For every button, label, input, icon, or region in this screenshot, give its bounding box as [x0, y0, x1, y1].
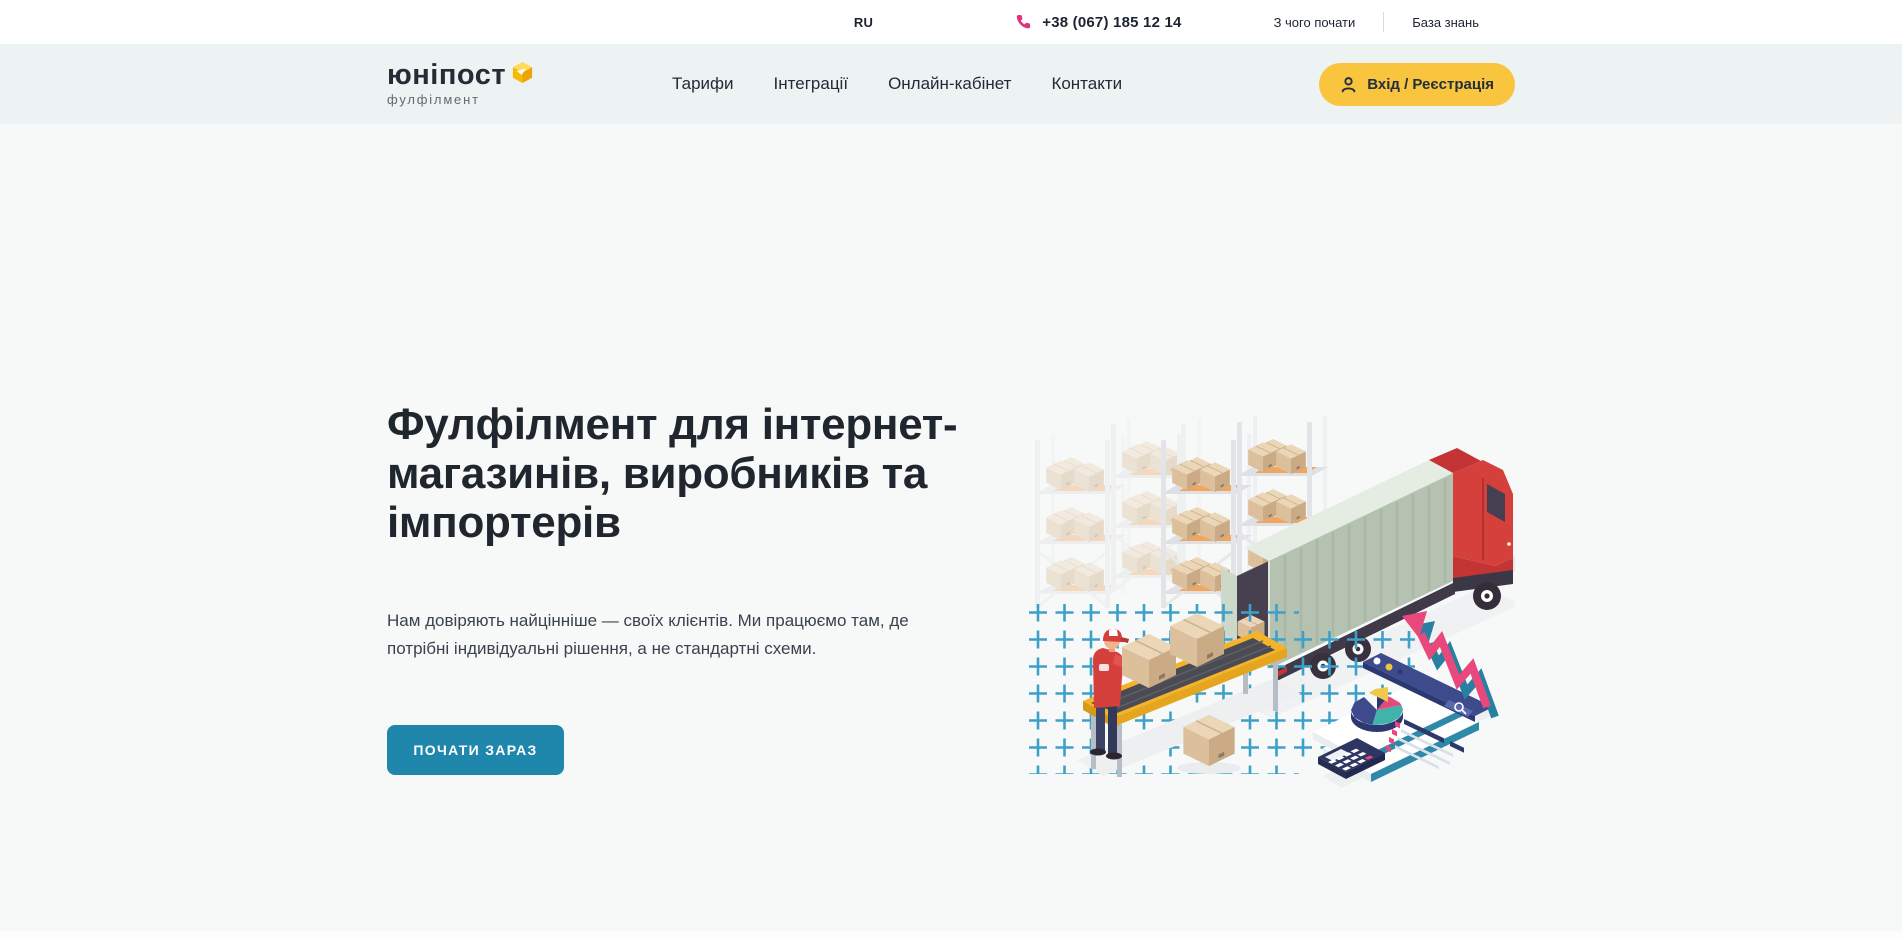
next-section-edge: [0, 931, 1902, 940]
nav-item-integrations[interactable]: Інтеграції: [774, 74, 849, 94]
page: RU +38 (067) 185 12 14 З чого почати Баз…: [0, 0, 1902, 940]
language-toggle[interactable]: RU: [854, 15, 873, 30]
nav-item-tariffs[interactable]: Тарифи: [672, 74, 734, 94]
logo[interactable]: юніпост фулфілмент: [387, 61, 534, 107]
logo-cube-icon: [511, 61, 534, 84]
logo-text: юніпост: [387, 61, 506, 90]
main-nav: Тарифи Інтеграції Онлайн-кабінет Контакт…: [672, 74, 1122, 94]
phone-icon: [1015, 14, 1031, 30]
start-now-button[interactable]: ПОЧАТИ ЗАРАЗ: [387, 725, 564, 775]
topbar-divider: [1383, 12, 1384, 32]
hero-section: Фулфілмент для інтернет- магазинів, виро…: [0, 124, 1902, 795]
phone-number: +38 (067) 185 12 14: [1042, 14, 1181, 31]
topbar-link-knowledge-base[interactable]: База знань: [1412, 15, 1479, 30]
login-register-button[interactable]: Вхід / Реєстрація: [1319, 63, 1515, 106]
topbar: RU +38 (067) 185 12 14 З чого почати Баз…: [0, 0, 1902, 44]
phone-link[interactable]: +38 (067) 185 12 14: [1015, 14, 1181, 31]
warehouse-illustration: [1025, 410, 1515, 790]
user-icon: [1340, 76, 1357, 93]
topbar-link-how-to-start[interactable]: З чого почати: [1274, 15, 1356, 30]
logo-tagline: фулфілмент: [387, 92, 534, 107]
hero-illustration-wrap: [1025, 124, 1515, 795]
nav-item-online-cabinet[interactable]: Онлайн-кабінет: [888, 74, 1011, 94]
page-title: Фулфілмент для інтернет- магазинів, виро…: [387, 400, 1025, 547]
nav-item-contacts[interactable]: Контакти: [1051, 74, 1122, 94]
hero-description: Нам довіряють найцінніше — своїх клієнті…: [387, 607, 1025, 663]
header: юніпост фулфілмент Тарифи Інтеграції Онл…: [0, 44, 1902, 124]
login-register-label: Вхід / Реєстрація: [1367, 76, 1494, 93]
